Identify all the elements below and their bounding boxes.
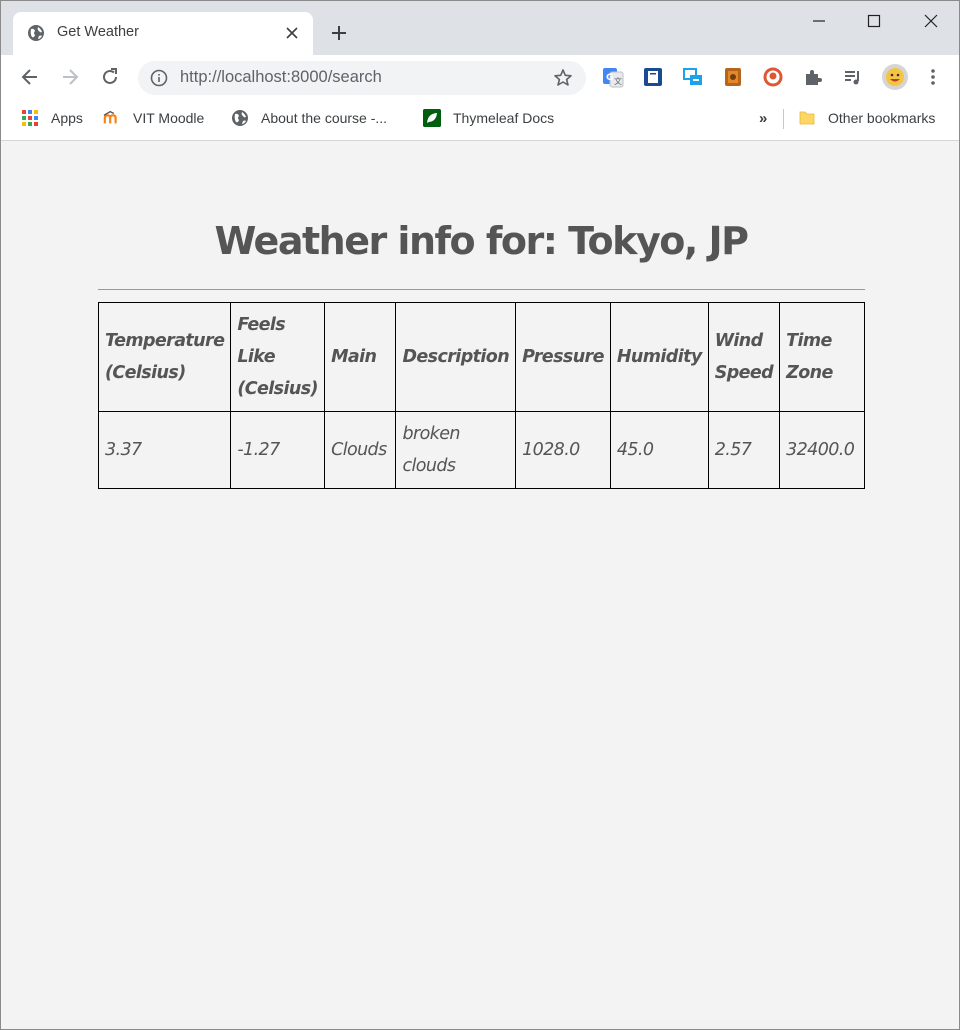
duckduckgo-icon[interactable] xyxy=(761,65,785,89)
more-menu-icon[interactable] xyxy=(921,65,945,89)
tab-title: Get Weather xyxy=(57,24,139,40)
site-info-icon[interactable] xyxy=(150,69,168,87)
address-bar[interactable]: http://localhost:8000/search xyxy=(138,61,586,95)
bookmarks-overflow-chevron[interactable]: » xyxy=(759,108,767,128)
bookmark-vit-moodle[interactable]: VIT Moodle xyxy=(103,108,204,128)
column-header-humidity: Humidity xyxy=(609,302,709,412)
bookmarks-separator xyxy=(783,109,784,129)
horizontal-divider xyxy=(98,289,865,290)
forward-arrow-icon[interactable] xyxy=(58,65,82,89)
tab-close-icon[interactable] xyxy=(283,24,301,42)
column-header-wind-speed: Wind Speed xyxy=(707,302,781,412)
tab-strip: Get Weather xyxy=(1,1,959,55)
url-path: :8000/search xyxy=(286,68,382,86)
cell-pressure: 1028.0 xyxy=(515,411,611,489)
column-header-main: Main xyxy=(324,302,397,412)
apps-grid-icon xyxy=(21,109,39,127)
bookmarks-bar: Apps VIT Moodle About the course -... Th… xyxy=(1,100,959,141)
column-header-pressure: Pressure xyxy=(515,302,611,412)
back-arrow-icon[interactable] xyxy=(18,65,42,89)
new-tab-plus-icon[interactable] xyxy=(327,21,351,45)
bookmark-star-icon[interactable] xyxy=(553,68,573,88)
browser-toolbar: http://localhost:8000/search G文 xyxy=(1,55,959,100)
table-header-row: Temperature (Celsius) Feels Like (Celsius) … xyxy=(97,302,865,412)
column-header-description: Description xyxy=(395,302,517,412)
bookmark-thymeleaf-docs[interactable]: Thymeleaf Docs xyxy=(423,108,554,128)
cell-feels-like: -1.27 xyxy=(230,411,326,489)
moodle-icon xyxy=(103,109,121,127)
cell-temperature: 3.37 xyxy=(97,411,232,489)
reader-book-icon[interactable] xyxy=(641,65,665,89)
maximize-icon[interactable] xyxy=(862,9,886,33)
google-translate-icon[interactable]: G文 xyxy=(601,65,625,89)
table-row: 3.37 -1.27 Clouds broken clouds 1028.0 45… xyxy=(97,411,865,489)
bookmark-other-bookmarks[interactable]: Other bookmarks xyxy=(798,108,935,128)
reload-icon[interactable] xyxy=(98,65,122,89)
notebook-extension-icon[interactable] xyxy=(721,65,745,89)
bookmark-about-course[interactable]: About the course -... xyxy=(231,108,387,128)
globe-icon xyxy=(27,24,45,42)
thymeleaf-icon xyxy=(423,109,441,127)
media-queue-icon[interactable] xyxy=(841,65,865,89)
bookmark-label: VIT Moodle xyxy=(133,110,205,126)
bookmark-label: Other bookmarks xyxy=(828,110,936,126)
extensions-puzzle-icon[interactable] xyxy=(801,65,825,89)
cell-main: Clouds xyxy=(324,411,397,489)
cell-description: broken clouds xyxy=(395,411,517,489)
cell-wind-speed: 2.57 xyxy=(707,411,781,489)
page-title: Weather info for: Tokyo, JP xyxy=(214,219,749,263)
minimize-icon[interactable] xyxy=(807,9,831,33)
browser-window: Get Weather http://localhost:8000/search… xyxy=(0,0,960,1030)
cell-time-zone: 32400.0 xyxy=(779,411,865,489)
tab-get-weather[interactable]: Get Weather xyxy=(13,12,313,55)
column-header-time-zone: Time Zone xyxy=(779,302,865,412)
close-window-icon[interactable] xyxy=(919,9,943,33)
bookmark-apps[interactable]: Apps xyxy=(21,108,83,128)
svg-text:文: 文 xyxy=(614,76,622,86)
url-host: http://localhost xyxy=(180,68,287,86)
cell-humidity: 45.0 xyxy=(609,411,709,489)
profile-avatar[interactable] xyxy=(881,63,909,91)
bookmark-label: Apps xyxy=(51,110,83,126)
folder-icon xyxy=(798,109,816,127)
screen-capture-icon[interactable] xyxy=(681,65,705,89)
column-header-feels-like: Feels Like (Celsius) xyxy=(230,302,326,412)
url-text: http://localhost:8000/search xyxy=(180,68,382,87)
svg-text:G: G xyxy=(606,73,613,83)
column-header-temperature: Temperature (Celsius) xyxy=(97,302,232,412)
weather-table: Temperature (Celsius) Feels Like (Celsius) … xyxy=(97,302,865,489)
page-content: Weather info for: Tokyo, JP Temperature(… xyxy=(1,141,959,1029)
globe-icon xyxy=(231,109,249,127)
bookmark-label: Thymeleaf Docs xyxy=(453,110,555,126)
bookmark-label: About the course -... xyxy=(261,110,388,126)
